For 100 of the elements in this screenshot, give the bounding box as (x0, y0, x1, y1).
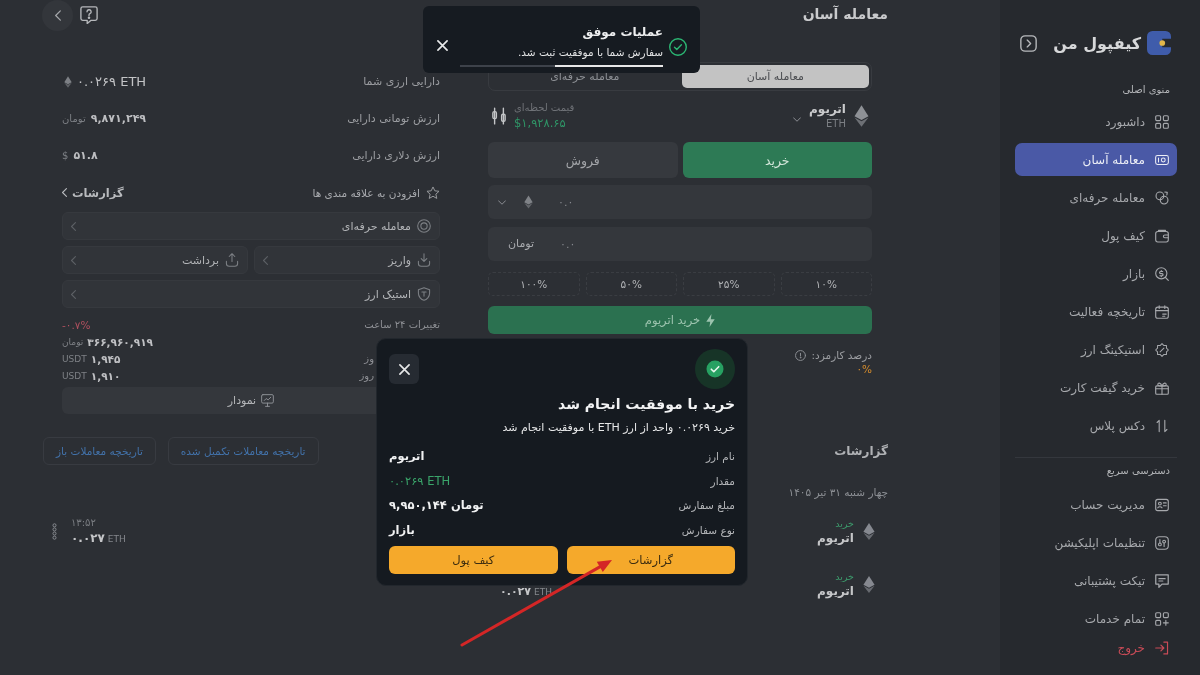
nav-item[interactable]: خرید گیفت کارت (1015, 371, 1177, 404)
trade-type: خرید (835, 516, 854, 530)
percent-button[interactable]: ۱۰% (780, 272, 872, 296)
nav-item[interactable]: معامله حرفه‌ای (1015, 181, 1177, 214)
toast-message: سفارش شما با موفقیت ثبت شد. (518, 45, 663, 59)
report-date: چهار شنبه ۳۱ تیر ۱۴۰۵ (788, 485, 888, 499)
fee-value: ۰% (856, 363, 872, 375)
help-bubble-icon[interactable] (80, 6, 98, 24)
side-toggle[interactable]: فروش (488, 142, 678, 178)
nav-item[interactable]: مدیریت حساب (1015, 488, 1177, 521)
check-circle-icon (669, 38, 687, 56)
stat-unit: USDT (62, 370, 87, 381)
nav-item[interactable]: تمام خدمات (1015, 602, 1177, 635)
logout-item[interactable]: خروج (1015, 636, 1177, 660)
info-value: ۰.۰۲۶۹ ETH (77, 74, 147, 89)
detail-label: مبلغ سفارش (678, 499, 735, 512)
nav-item[interactable]: استیکینگ ارز (1015, 333, 1177, 366)
chat-bubble-icon (1155, 573, 1169, 588)
percent-button[interactable]: ۲۵% (683, 272, 775, 296)
detail-label: نوع سفارش (681, 523, 735, 536)
calendar-icon (1155, 304, 1169, 319)
trade-amount: ۰.۰۲۷ (500, 585, 532, 598)
dots-vertical-icon[interactable] (52, 523, 57, 540)
back-button[interactable] (42, 0, 73, 31)
close-button[interactable] (389, 354, 419, 384)
info-unit: $ (62, 150, 69, 161)
ethereum-icon (64, 75, 72, 88)
id-card-icon (1155, 497, 1169, 512)
ethereum-icon (863, 522, 875, 541)
dialog-title: خرید با موفقیت انجام شد (558, 395, 735, 414)
chevron-left-icon (71, 289, 76, 299)
coins-exchange-icon (1155, 190, 1169, 205)
check-badge-icon (695, 349, 735, 389)
cash-icon (1155, 152, 1169, 167)
coin-icon (417, 219, 431, 233)
percent-button[interactable]: ۱۰۰% (488, 272, 580, 296)
fee-label: درصد کارمزد: (811, 349, 872, 361)
close-icon[interactable] (437, 40, 448, 51)
chevron-down-icon[interactable] (498, 200, 506, 205)
chevron-left-icon (71, 221, 76, 231)
detail-label: نام ارز (705, 450, 735, 463)
mode-tab[interactable]: معامله حرفه‌ای (491, 65, 679, 88)
info-label: ارزش تومانی دارایی (347, 112, 440, 125)
reports-link[interactable]: گزارشات (62, 185, 124, 200)
logo-icon (1147, 31, 1171, 55)
detail-value: ۰.۰۲۶۹ ETH (389, 473, 451, 488)
nav-item[interactable]: تیکت پشتیبانی (1015, 564, 1177, 597)
trade-type: خرید (835, 569, 854, 583)
nav-item[interactable]: تنظیمات اپلیکیشن (1015, 526, 1177, 559)
stat-value: ۳۶۶,۹۶۰,۹۱۹ (87, 335, 153, 348)
logout-icon (1155, 641, 1169, 655)
chevron-square-icon[interactable] (1020, 34, 1037, 52)
side-toggle[interactable]: خرید (682, 142, 872, 178)
section-title: منوی اصلی (1122, 83, 1170, 97)
chevron-down-icon[interactable] (793, 116, 802, 122)
ethereum-icon (854, 105, 869, 127)
nav-item[interactable]: بازار (1015, 257, 1177, 290)
coin-name: اتریوم (817, 582, 854, 600)
nav-item[interactable]: داشبورد (1015, 105, 1177, 138)
amount-field[interactable]: ۰.۰ (488, 185, 872, 219)
amount-unit: ETH (534, 586, 552, 599)
ethereum-icon (524, 195, 533, 209)
action-card[interactable]: واریز (254, 246, 440, 274)
price-value: $۱,۹۲۸.۶۵ (514, 115, 566, 131)
dialog-button[interactable]: گزارشات (566, 546, 735, 574)
percent-button[interactable]: ۵۰% (585, 272, 677, 296)
coin-name: اتریوم (817, 529, 854, 547)
unit-label: تومان (508, 237, 535, 251)
nav-item[interactable]: تاریخچه فعالیت (1015, 295, 1177, 328)
chevron-left-icon (263, 255, 268, 265)
detail-value: اتریوم (389, 449, 425, 464)
stat-label: وز (364, 353, 374, 364)
section-title: دسترسی سریع (1106, 464, 1170, 478)
info-value: ۹,۸۷۱,۲۴۹ (90, 112, 147, 125)
nav-item[interactable]: معامله آسان (1015, 143, 1177, 176)
favorite-button[interactable]: افزودن به علاقه مندی ها (312, 185, 440, 200)
nav-item[interactable]: دکس پلاس (1015, 409, 1177, 442)
chevron-left-icon (71, 255, 76, 265)
gift-icon (1155, 380, 1169, 395)
stat-value: -۰.۷% (62, 318, 91, 331)
info-icon[interactable] (794, 349, 806, 361)
wallet-icon (1155, 228, 1169, 243)
dialog-button[interactable]: کیف پول (389, 546, 558, 574)
action-card[interactable]: معامله حرفه‌ای (62, 212, 440, 240)
action-card[interactable]: برداشت (62, 246, 248, 274)
price-label: قیمت لحظه‌ای (514, 101, 575, 115)
download-icon (417, 253, 431, 267)
chart-monitor-icon (261, 394, 275, 407)
toast-title: عملیات موفق (582, 24, 663, 40)
info-value: ۵۱.۸ (73, 149, 98, 162)
detail-value: ۹,۹۵۰,۱۴۴ تومان (389, 498, 484, 513)
mode-tab[interactable]: معامله آسان (681, 65, 869, 88)
chevron-left-icon (62, 188, 67, 197)
trade-time: ۱۳:۵۲ (71, 516, 96, 530)
stat-unit: تومان (62, 336, 84, 347)
candlestick-icon[interactable] (492, 107, 506, 125)
grid-plus-icon (1155, 611, 1169, 626)
ethereum-icon (863, 575, 875, 594)
nav-item[interactable]: کیف پول (1015, 219, 1177, 252)
action-card[interactable]: استیک ارز (62, 280, 440, 308)
